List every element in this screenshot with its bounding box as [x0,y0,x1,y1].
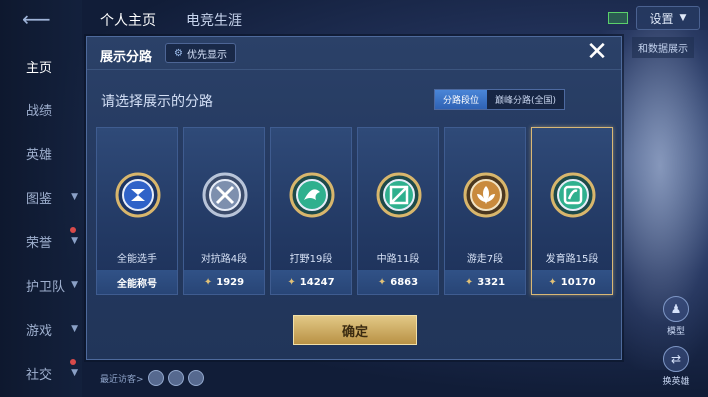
chevron-down-icon: ▼ [679,13,687,23]
rank-points-icon: ✦ [377,276,387,288]
lane-card-label: 打野19段 [289,254,333,265]
roam-emblem-icon [463,172,509,218]
swap-icon: ⇄ [663,346,689,372]
sidebar-item-games[interactable]: 游戏 ▼ [0,309,82,349]
sidebar-item-label: 图鉴 [26,191,53,207]
priority-label: 优先显示 [186,49,227,61]
settings-button[interactable]: 设置 ▼ [636,6,700,30]
chevron-down-icon: ▼ [71,192,78,202]
lane-display-dialog: 展示分路 ⚙ 优先显示 ✕ 请选择展示的分路 分路段位 巅峰分路(全国) 全能选… [86,36,622,360]
notification-dot [70,227,76,233]
top-right-controls: 设置 ▼ [608,6,700,30]
jungle-emblem-icon [289,172,335,218]
lane-card-footer: ✦ 14247 [271,270,351,294]
recent-visitors-label: 最近访客> [100,374,144,385]
lane-card-farm[interactable]: 发育路15段 ✦ 10170 [531,127,613,295]
model-button[interactable]: ♟ 模型 [656,296,696,337]
segment-peak-lane[interactable]: 巅峰分路(全国) [487,90,564,109]
network-icon [608,12,628,24]
all-rounder-emblem-icon [115,172,161,218]
segment-lane-rank[interactable]: 分路段位 [434,90,487,109]
chevron-down-icon: ▼ [71,324,78,334]
rank-points-icon: ✦ [464,276,474,288]
data-display-button[interactable]: 和数据展示 [632,37,694,58]
lane-card-value: 1929 [216,276,245,288]
person-icon: ♟ [663,296,689,322]
sidebar-item-guard[interactable]: 护卫队 ▼ [0,265,82,305]
tab-esports[interactable]: 电竞生涯 [186,10,242,30]
sidebar-item-label: 战绩 [26,103,53,119]
tab-profile[interactable]: 个人主页 [100,10,156,30]
lane-card-value: 3321 [477,276,506,288]
rank-points-icon: ✦ [548,276,557,288]
lane-card-roam[interactable]: 游走7段 ✦ 3321 [444,127,526,295]
lane-card-footer: ✦ 10170 [532,270,612,294]
confirm-button[interactable]: 确定 [293,315,417,345]
sidebar-item-label: 社交 [26,367,53,383]
lane-card-value: 全能称号 [117,278,157,290]
top-tabs: 个人主页 电竞生涯 [100,10,242,30]
lane-mode-toggle: 分路段位 巅峰分路(全国) [433,89,565,110]
sidebar-item-gallery[interactable]: 图鉴 ▼ [0,177,82,217]
sidebar: ⟵ 主页 战绩 英雄 图鉴 ▼ 荣誉 ▼ 护卫队 ▼ 游戏 ▼ 社交 ▼ [0,0,82,397]
chevron-down-icon: ▼ [71,280,78,290]
lane-card-value: 10170 [560,276,596,288]
close-icon[interactable]: ✕ [585,39,609,65]
notification-dot [70,359,76,365]
lane-card-label: 中路11段 [376,254,420,265]
lane-card-jungle[interactable]: 打野19段 ✦ 14247 [270,127,352,295]
rank-points-icon: ✦ [287,276,296,288]
sidebar-item-honor[interactable]: 荣誉 ▼ [0,221,82,261]
settings-label: 设置 [649,11,674,26]
lane-card-label: 游走7段 [466,254,504,265]
lane-card-footer: ✦ 1929 [184,270,264,294]
recent-visitors[interactable]: 最近访客> [100,370,204,386]
mid-lane-emblem-icon [376,172,422,218]
avatar[interactable] [147,370,164,386]
lane-card-footer: 全能称号 [97,270,177,294]
priority-display-button[interactable]: ⚙ 优先显示 [165,43,236,63]
clash-lane-emblem-icon [202,172,248,218]
change-hero-button[interactable]: ⇄ 换英雄 [656,346,696,387]
dialog-title: 展示分路 [100,50,153,65]
rank-points-icon: ✦ [203,276,213,288]
lane-card-value: 14247 [299,276,335,288]
gear-icon: ⚙ [174,47,183,59]
sidebar-item-label: 荣誉 [26,235,53,251]
lane-card-value: 6863 [390,276,419,288]
lane-card-label: 发育路15段 [545,254,599,265]
sidebar-item-record[interactable]: 战绩 [0,89,82,129]
lane-card-footer: ✦ 3321 [445,270,525,294]
dialog-subtitle: 请选择展示的分路 [101,94,213,110]
sidebar-item-social[interactable]: 社交 ▼ [0,353,82,393]
avatar[interactable] [167,370,184,386]
lane-card-label: 对抗路4段 [200,254,248,265]
sidebar-item-home[interactable]: 主页 [0,46,82,86]
chevron-down-icon: ▼ [71,236,78,246]
sidebar-item-heroes[interactable]: 英雄 [0,133,82,173]
model-label: 模型 [666,327,685,337]
lane-card-list: 全能选手 全能称号 对抗路4段 ✦ 1929 打野19段 ✦ 14247 中路11段… [96,127,613,295]
back-icon[interactable]: ⟵ [22,9,56,29]
lane-card-label: 全能选手 [117,254,157,265]
lane-card-mid[interactable]: 中路11段 ✦ 6863 [357,127,439,295]
avatar[interactable] [187,370,204,386]
sidebar-item-label: 主页 [26,60,53,76]
sidebar-item-label: 护卫队 [26,279,66,295]
chevron-down-icon: ▼ [71,368,78,378]
farm-lane-emblem-icon [550,172,596,218]
lane-card-footer: ✦ 6863 [358,270,438,294]
divider [87,69,621,70]
sidebar-item-label: 英雄 [26,147,53,163]
sidebar-item-label: 游戏 [26,323,53,339]
lane-card-clash[interactable]: 对抗路4段 ✦ 1929 [183,127,265,295]
lane-card-all-rounder[interactable]: 全能选手 全能称号 [96,127,178,295]
change-hero-label: 换英雄 [662,377,690,387]
